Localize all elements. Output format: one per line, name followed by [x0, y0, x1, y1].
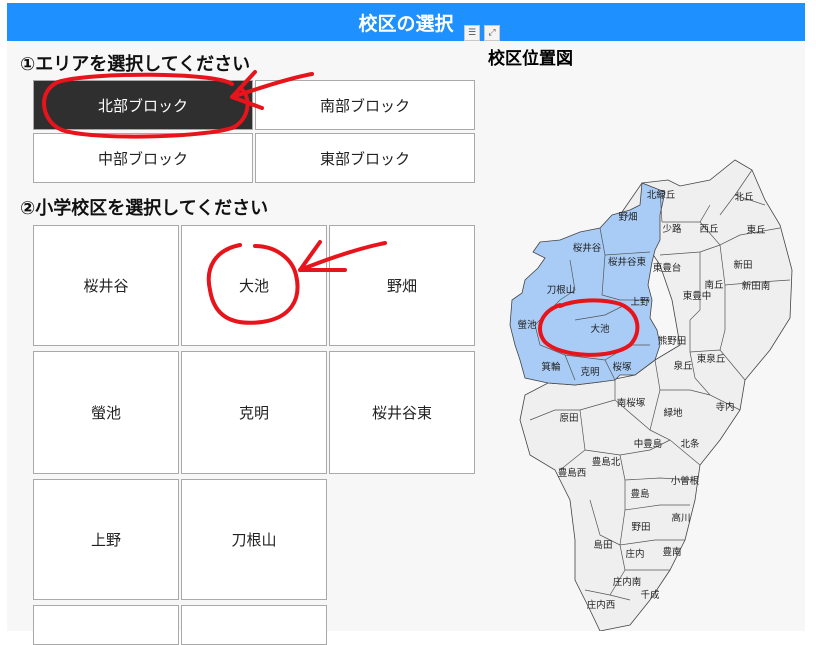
- label-sakuraidani-higashi: 桜井谷東: [608, 256, 647, 268]
- label-oike: 大池: [590, 323, 610, 335]
- label-sakuraidani: 桜井谷: [573, 242, 602, 254]
- label-ueno: 上野: [630, 297, 650, 308]
- label-toshima: 豊島: [630, 488, 649, 500]
- annotation-marks: [42, 70, 640, 357]
- label-kumanoda: 熊野田: [658, 335, 687, 347]
- label-nobata: 野畑: [618, 211, 637, 223]
- annotation-arrow-oike: [298, 240, 387, 272]
- label-hotarugaike: 螢池: [517, 319, 537, 331]
- label-harada: 原田: [559, 413, 578, 424]
- label-shonainishi: 庄内西: [587, 599, 616, 611]
- label-izumigaoka: 泉丘: [673, 360, 693, 372]
- label-ryokuchi: 緑地: [663, 407, 683, 419]
- label-higashitoyonaka: 東豊中: [683, 290, 712, 302]
- label-toshimanishi: 豊島西: [558, 467, 587, 479]
- label-kitamidorigaoka: 北緑丘: [647, 189, 676, 201]
- label-minamisakurazuka: 南桜塚: [617, 397, 646, 409]
- label-shonai: 庄内: [625, 548, 644, 560]
- label-sennari: 千成: [640, 589, 660, 601]
- label-noda: 野田: [631, 522, 650, 533]
- label-shonaiminami: 庄内南: [613, 576, 642, 588]
- label-takagawa: 高川: [671, 512, 690, 524]
- label-ozone: 小曽根: [671, 475, 700, 487]
- label-nakatoshima: 中豊島: [634, 438, 663, 450]
- annotation-circle-oike: [206, 243, 300, 325]
- label-shimada: 島田: [593, 539, 612, 551]
- label-shoji: 少路: [662, 223, 682, 235]
- label-terauchi: 寺内: [715, 401, 734, 413]
- label-shinden: 新田: [733, 259, 752, 271]
- label-toshimakita: 豊島北: [592, 456, 621, 468]
- label-higashioka: 東丘: [746, 224, 766, 236]
- label-honan: 豊南: [662, 546, 681, 558]
- label-higashitoyonakadai: 東豊台: [653, 262, 682, 274]
- label-hojo: 北条: [680, 438, 700, 450]
- label-nishioka: 西丘: [699, 224, 719, 235]
- label-shindenminami: 新田南: [742, 280, 771, 292]
- label-kokumei: 克明: [580, 367, 599, 378]
- label-kitaoka: 北丘: [734, 192, 754, 203]
- label-minamioka: 南丘: [704, 279, 724, 291]
- label-minowa: 箕輪: [541, 361, 561, 373]
- label-higashiizumigaoka: 東泉丘: [697, 353, 726, 365]
- label-sakurazuka: 桜塚: [612, 361, 632, 373]
- school-district-map: 北緑丘 北丘 野畑 少路 西丘 東丘 桜井谷 桜井谷東 東豊台 新田 南丘 刀根…: [42, 70, 793, 631]
- annotation-circle-north: [42, 72, 250, 139]
- label-toneyama: 刀根山: [547, 284, 576, 296]
